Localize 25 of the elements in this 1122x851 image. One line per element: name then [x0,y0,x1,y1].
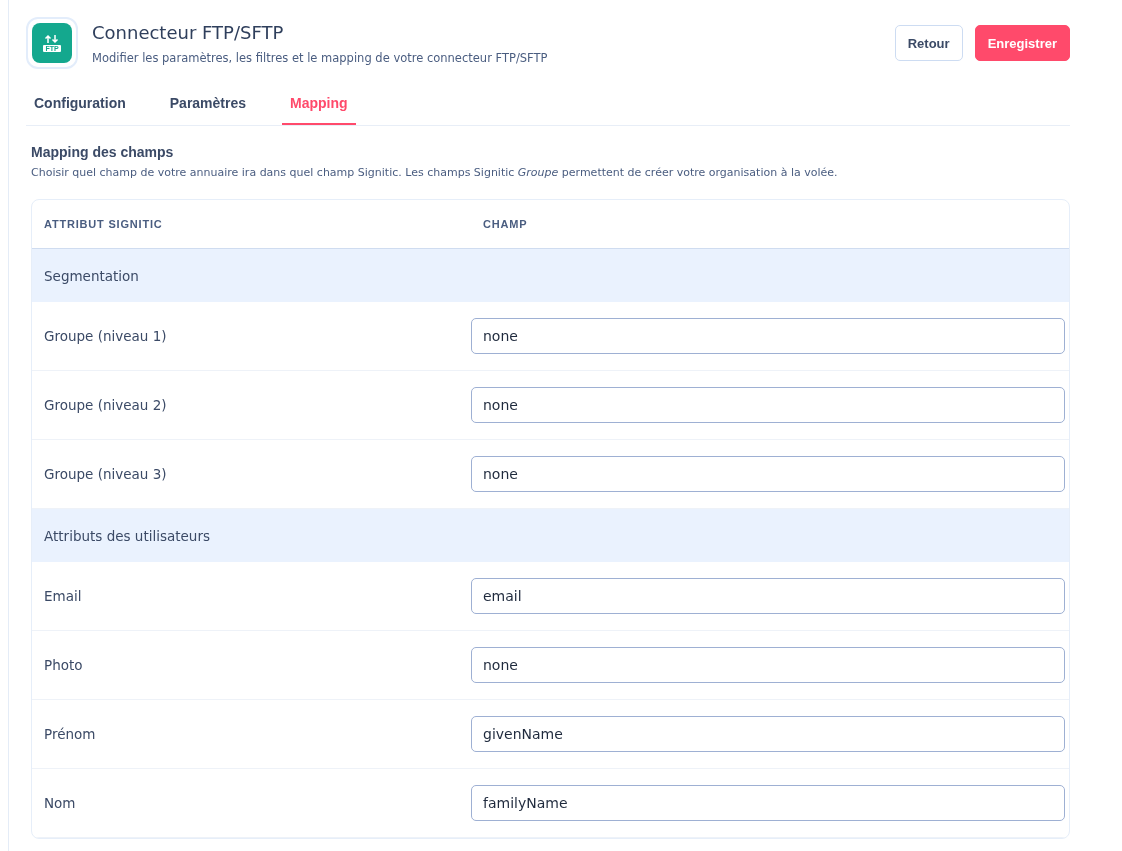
tab[interactable]: Configuration [26,83,134,125]
section-title: Mapping des champs [31,144,175,160]
field-input[interactable]: email [471,578,1065,614]
attribute-label: Groupe (niveau 3) [43,466,168,482]
field-input[interactable]: none [471,456,1065,492]
attribute-label: Prénom [43,726,97,742]
tab[interactable]: Paramètres [161,83,255,125]
field-input[interactable]: none [471,387,1065,423]
attribute-label: Photo [43,657,84,673]
field-input[interactable]: givenName [471,716,1065,752]
attribute-label: Groupe (niveau 2) [43,397,168,413]
group-label: Segmentation [44,267,139,284]
field-input[interactable]: familyName [471,785,1065,821]
section-description: Choisir quel champ de votre annuaire ira dans quel champ Signitic. Les champs Signitic Groupe permettent de créer votre organisation à la volée. [31,166,839,179]
page-subtitle: Modifier les paramètres, les filtres et le mapping de votre connecteur FTP/SFTP [92,50,549,65]
attribute-label: Nom [43,795,77,811]
field-input[interactable]: none [471,318,1065,354]
group-label: Attributs des utilisateurs [44,527,210,544]
attribute-label: Email [43,588,83,604]
attribute-label: Groupe (niveau 1) [43,328,168,344]
column-header: CHAMP [482,218,529,230]
page-title: Connecteur FTP/SFTP [92,21,285,43]
back-button[interactable]: Retour [894,25,963,61]
field-input[interactable]: none [471,647,1065,683]
column-header: ATTRIBUT SIGNITIC [43,218,164,230]
